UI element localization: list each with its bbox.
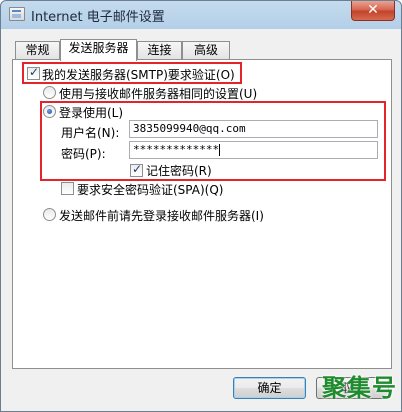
dialog-window: Internet 电子邮件设置 ✕ 常规 发送服务器 连接 高级 我的发送服务器…	[0, 0, 402, 412]
use-same-settings-label[interactable]: 使用与接收邮件服务器相同的设置(U)	[59, 85, 257, 102]
remember-password-label[interactable]: 记住密码(R)	[146, 162, 212, 179]
tab-general[interactable]: 常规	[15, 41, 60, 59]
tab-outgoing-server[interactable]: 发送服务器	[60, 39, 137, 61]
password-input[interactable]: *************	[129, 141, 378, 159]
highlight-box-auth	[22, 62, 242, 84]
log-on-using-radio[interactable]	[43, 105, 56, 118]
ok-button[interactable]: 确定	[233, 377, 306, 399]
log-on-using-label[interactable]: 登录使用(L)	[59, 104, 123, 121]
logon-before-send-radio[interactable]	[43, 208, 56, 221]
tab-advanced[interactable]: 高级	[182, 41, 230, 59]
password-value: *************	[133, 143, 220, 156]
spa-label[interactable]: 要求安全密码验证(SPA)(Q)	[77, 181, 223, 198]
mail-settings-icon	[9, 7, 25, 21]
tab-connection[interactable]: 连接	[137, 41, 182, 59]
username-value: 3835099940@qq.com	[133, 122, 246, 135]
watermark-logo: 聚集号	[322, 373, 397, 402]
use-same-settings-radio[interactable]	[43, 86, 56, 99]
title-bar: Internet 电子邮件设置 ✕	[1, 1, 401, 29]
remember-password-checkbox[interactable]	[130, 162, 143, 177]
close-button[interactable]: ✕	[351, 1, 395, 21]
username-input[interactable]: 3835099940@qq.com	[129, 120, 378, 138]
text-caret	[219, 144, 221, 156]
password-label: 密码(P):	[61, 147, 106, 161]
username-label: 用户名(N):	[61, 126, 120, 140]
logon-before-send-label[interactable]: 发送邮件前请先登录接收邮件服务器(I)	[59, 207, 264, 224]
spa-checkbox[interactable]	[61, 182, 74, 195]
window-title: Internet 电子邮件设置	[31, 10, 165, 25]
